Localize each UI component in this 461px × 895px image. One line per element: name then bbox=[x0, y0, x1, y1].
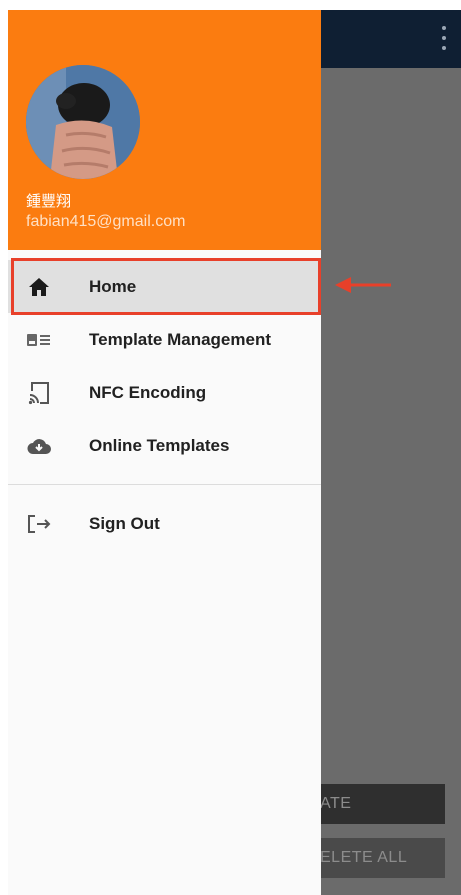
menu-item-nfc-encoding[interactable]: NFC Encoding bbox=[8, 366, 321, 419]
menu-item-label: NFC Encoding bbox=[89, 382, 207, 402]
menu-item-label: Sign Out bbox=[89, 513, 160, 533]
id-card-icon bbox=[26, 327, 52, 353]
background-delete-all-button: ELETE ALL bbox=[308, 838, 445, 878]
drawer-header: 鍾豐翔 fabian415@gmail.com bbox=[8, 10, 321, 250]
menu-item-home[interactable]: Home bbox=[8, 260, 321, 313]
menu-item-online-templates[interactable]: Online Templates bbox=[8, 419, 321, 472]
menu-item-label: Home bbox=[89, 276, 137, 296]
menu-item-label: Template Management bbox=[89, 329, 272, 349]
home-icon bbox=[26, 274, 52, 300]
navigation-drawer: 鍾豐翔 fabian415@gmail.com Home Template Ma… bbox=[8, 10, 321, 895]
cloud-download-icon bbox=[26, 433, 52, 459]
cast-icon bbox=[26, 380, 52, 406]
drawer-menu: Home Template Management NFC Encoding On… bbox=[8, 260, 321, 550]
avatar[interactable] bbox=[26, 65, 140, 179]
user-name: 鍾豐翔 bbox=[26, 193, 72, 210]
app-screen: ATE ELETE ALL 鍾豐翔 fabian415@gmail.com Ho… bbox=[8, 10, 461, 895]
logout-icon bbox=[26, 511, 52, 537]
background-create-button: ATE bbox=[308, 784, 445, 824]
user-email: fabian415@gmail.com bbox=[26, 213, 186, 230]
divider bbox=[8, 484, 321, 485]
pointer-arrow-icon bbox=[335, 277, 391, 293]
menu-item-sign-out[interactable]: Sign Out bbox=[8, 497, 321, 550]
menu-item-label: Online Templates bbox=[89, 435, 230, 455]
menu-item-template-management[interactable]: Template Management bbox=[8, 313, 321, 366]
more-vert-icon[interactable] bbox=[441, 26, 447, 50]
